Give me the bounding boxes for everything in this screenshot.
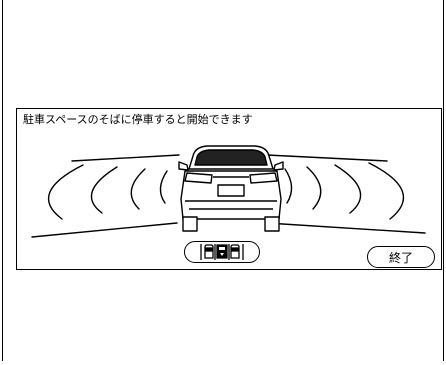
parking-assist-screen: 駐車スペースのそばに停車すると開始できます 終了 xyxy=(16,108,442,270)
left-guide-ray-lower xyxy=(31,222,178,238)
left-guide-ray-upper xyxy=(71,154,180,162)
right-detection-arc-4 xyxy=(284,168,293,204)
right-detection-arc-2 xyxy=(334,164,362,214)
right-detection-arc-1 xyxy=(368,162,405,220)
left-detection-arc-3 xyxy=(130,168,146,210)
left-detection-arc-1 xyxy=(47,164,84,220)
parking-sensor-button[interactable] xyxy=(184,241,260,263)
car-rear-icon xyxy=(178,145,284,232)
status-message: 駐車スペースのそばに停車すると開始できます xyxy=(23,113,253,126)
right-detection-arc-3 xyxy=(306,166,322,210)
left-detection-arc-2 xyxy=(90,166,118,214)
end-button[interactable]: 終了 xyxy=(367,246,435,268)
right-guide-ray-upper xyxy=(266,154,388,162)
right-guide-ray-lower xyxy=(266,222,426,234)
parking-sensor-icon xyxy=(200,244,244,260)
left-detection-arc-4 xyxy=(159,170,168,204)
